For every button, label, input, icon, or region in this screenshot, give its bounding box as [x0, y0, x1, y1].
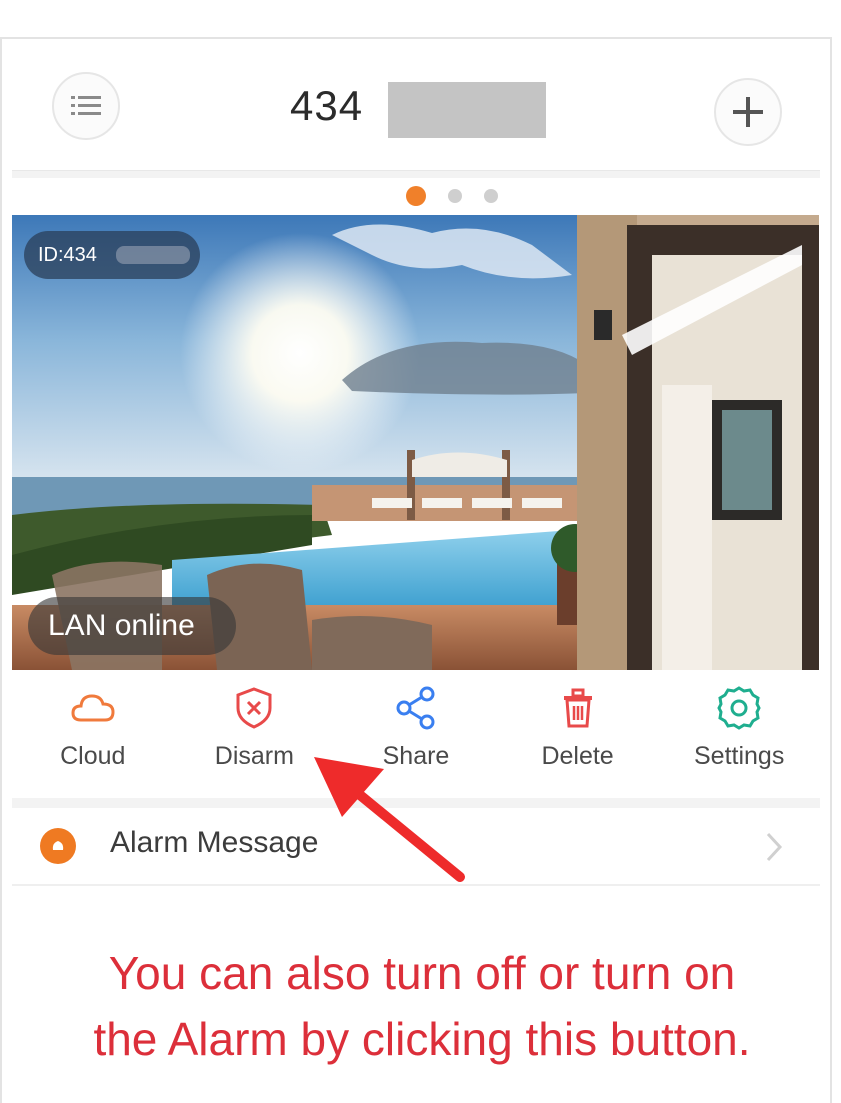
page-title: 434	[290, 82, 364, 129]
connection-status-badge: LAN online	[28, 597, 236, 655]
disarm-label: Disarm	[214, 742, 294, 770]
delete-button[interactable]: Delete	[503, 672, 653, 800]
alarm-icon	[40, 828, 76, 864]
delete-label: Delete	[541, 742, 614, 770]
page-dot[interactable]	[448, 189, 462, 203]
menu-button[interactable]	[52, 72, 120, 140]
settings-button[interactable]: Settings	[664, 672, 814, 800]
alarm-message-label: Alarm Message	[110, 826, 319, 859]
chevron-right-icon	[766, 832, 783, 862]
page-indicator	[406, 186, 498, 206]
redaction-blur	[116, 246, 190, 264]
cloud-icon	[71, 694, 115, 722]
gear-icon	[717, 686, 761, 730]
page-dot[interactable]	[484, 189, 498, 203]
page-dot-active[interactable]	[406, 186, 426, 206]
shield-x-icon	[236, 687, 272, 729]
plus-icon	[733, 97, 763, 127]
settings-label: Settings	[694, 742, 785, 770]
list-icon	[71, 96, 101, 115]
redaction-box	[388, 82, 546, 138]
add-device-button[interactable]	[714, 78, 782, 146]
instruction-caption: You can also turn off or turn on the Ala…	[22, 940, 822, 1072]
trash-icon	[563, 688, 592, 728]
header-divider	[12, 170, 820, 178]
caption-line-1: You can also turn off or turn on	[108, 947, 736, 999]
cloud-button[interactable]: Cloud	[18, 672, 168, 800]
pointer-arrow	[314, 757, 465, 882]
caption-line-2: the Alarm by clicking this button.	[93, 1013, 751, 1065]
share-icon	[396, 686, 435, 730]
cloud-label: Cloud	[60, 742, 126, 770]
